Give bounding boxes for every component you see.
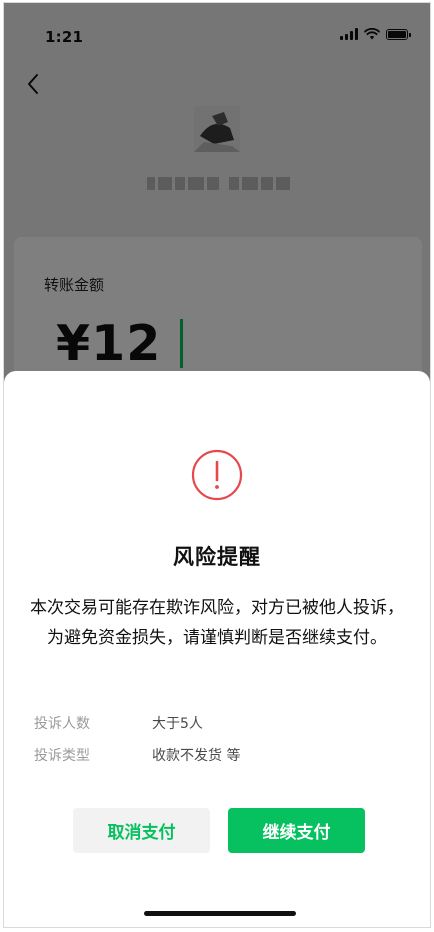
risk-warning-sheet: 风险提醒 本次交易可能存在欺诈风险，对方已被他人投诉，为避免资金损失，请谨慎判断… <box>4 371 430 927</box>
detail-value: 收款不发货 等 <box>152 748 241 764</box>
detail-value: 大于5人 <box>152 716 203 732</box>
detail-row-complaint-type: 投诉类型 收款不发货 等 <box>34 739 394 771</box>
detail-row-complaint-count: 投诉人数 大于5人 <box>34 707 394 739</box>
exclamation-circle-icon <box>191 449 243 501</box>
continue-payment-button[interactable]: 继续支付 <box>228 808 365 853</box>
dialog-message: 本次交易可能存在欺诈风险，对方已被他人投诉，为避免资金损失，请谨慎判断是否继续支… <box>30 598 404 648</box>
cancel-payment-button[interactable]: 取消支付 <box>73 808 210 853</box>
complaint-details: 投诉人数 大于5人 投诉类型 收款不发货 等 <box>34 707 394 771</box>
home-indicator <box>144 911 296 916</box>
detail-label: 投诉人数 <box>34 716 90 732</box>
detail-label: 投诉类型 <box>34 748 90 764</box>
dialog-title: 风险提醒 <box>173 545 261 569</box>
phone-screen: 1:21 <box>3 2 431 928</box>
